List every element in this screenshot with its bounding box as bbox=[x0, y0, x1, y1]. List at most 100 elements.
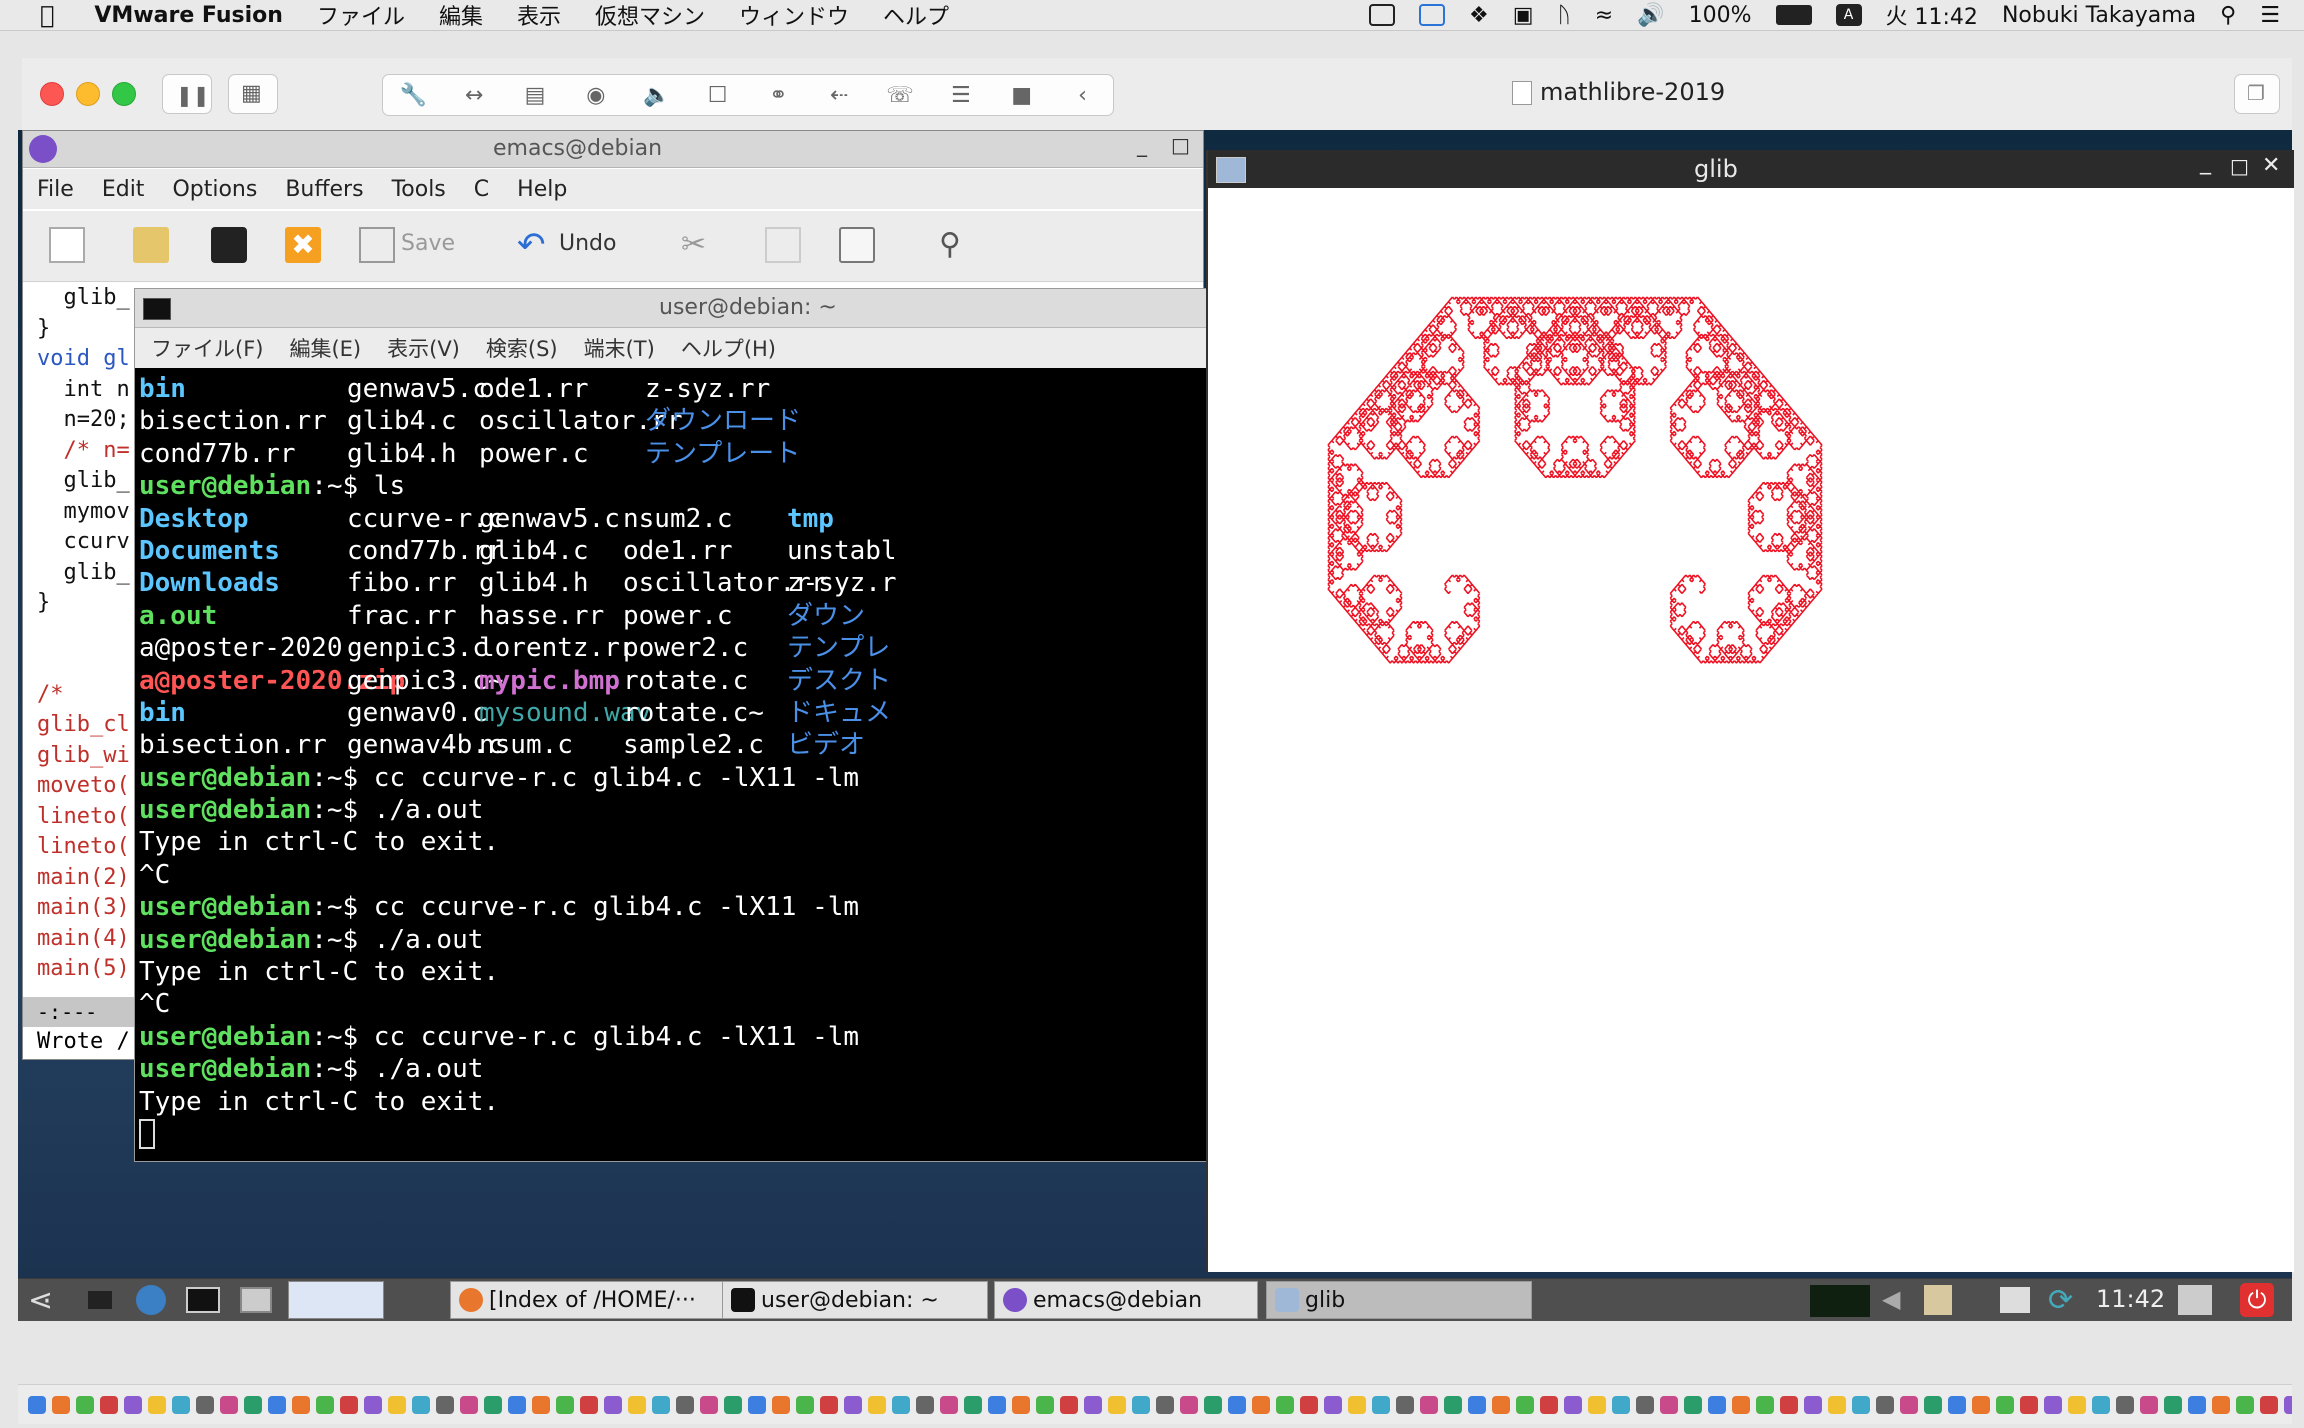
dock-app-icon[interactable] bbox=[1372, 1395, 1390, 1414]
dock-app-icon[interactable] bbox=[1948, 1395, 1966, 1414]
term-menu-terminal[interactable]: 端末(T) bbox=[584, 333, 655, 363]
fullscreen-button[interactable]: ❐ bbox=[2234, 74, 2280, 114]
dock-app-icon[interactable] bbox=[1924, 1395, 1942, 1414]
clipboard-icon[interactable] bbox=[1924, 1285, 1952, 1315]
terminal-launcher-icon[interactable] bbox=[186, 1287, 220, 1313]
undo-button[interactable]: Undo bbox=[559, 231, 616, 256]
emacs-menu-buffers[interactable]: Buffers bbox=[285, 177, 363, 202]
dock-app-icon[interactable] bbox=[244, 1395, 262, 1414]
display-icon[interactable]: ▣ bbox=[1513, 3, 1534, 28]
dock-app-icon[interactable] bbox=[1348, 1395, 1366, 1414]
suspend-button[interactable]: ❚❚ bbox=[162, 74, 212, 114]
dock-app-icon[interactable] bbox=[100, 1395, 118, 1414]
share-icon[interactable]: ⇠ bbox=[809, 83, 870, 108]
list-icon[interactable]: ☰ bbox=[930, 83, 991, 108]
dock-app-icon[interactable] bbox=[580, 1395, 598, 1414]
camera-icon[interactable] bbox=[1419, 4, 1446, 26]
dock-app-icon[interactable] bbox=[1108, 1395, 1126, 1414]
drive-icon[interactable]: ▤ bbox=[505, 83, 566, 108]
dock-app-icon[interactable] bbox=[844, 1395, 862, 1414]
dock-app-icon[interactable] bbox=[52, 1395, 70, 1414]
terminal-titlebar[interactable]: user@debian: ~ bbox=[135, 289, 1207, 328]
disk-icon[interactable]: ◉ bbox=[565, 83, 626, 108]
headset-icon[interactable]: ⚭ bbox=[748, 83, 809, 108]
dock-app-icon[interactable] bbox=[172, 1395, 190, 1414]
task-emacs[interactable]: emacs@debian bbox=[994, 1281, 1258, 1319]
dock-app-icon[interactable] bbox=[1876, 1395, 1894, 1414]
menubar-clock[interactable]: 火 11:42 bbox=[1886, 0, 1978, 31]
notification-center-icon[interactable]: ☰ bbox=[2260, 3, 2280, 28]
dock-app-icon[interactable] bbox=[124, 1395, 142, 1414]
dock-app-icon[interactable] bbox=[28, 1395, 46, 1414]
dock-app-icon[interactable] bbox=[820, 1395, 838, 1414]
dock-app-icon[interactable] bbox=[1252, 1395, 1270, 1414]
vm-status-icon[interactable] bbox=[1369, 4, 1396, 26]
maximize-icon[interactable]: □ bbox=[1171, 133, 1190, 157]
dock-app-icon[interactable] bbox=[1780, 1395, 1798, 1414]
dock-app-icon[interactable] bbox=[2212, 1395, 2230, 1414]
emacs-menu-c[interactable]: C bbox=[474, 177, 489, 202]
task-glib[interactable]: glib bbox=[1266, 1281, 1532, 1319]
update-icon[interactable]: ⟳ bbox=[2048, 1283, 2073, 1318]
dock-app-icon[interactable] bbox=[1036, 1395, 1054, 1414]
dock-app-icon[interactable] bbox=[1540, 1395, 1558, 1414]
dock-app-icon[interactable] bbox=[1468, 1395, 1486, 1414]
maximize-icon[interactable]: □ bbox=[2230, 154, 2249, 178]
phone-icon[interactable]: ☏ bbox=[870, 83, 931, 108]
dock-app-icon[interactable] bbox=[2236, 1395, 2254, 1414]
dock-app-icon[interactable] bbox=[1636, 1395, 1654, 1414]
dock-app-icon[interactable] bbox=[724, 1395, 742, 1414]
dock-app-icon[interactable] bbox=[1084, 1395, 1102, 1414]
emacs-menu-options[interactable]: Options bbox=[172, 177, 257, 202]
emacs-titlebar[interactable]: emacs@debian _ □ bbox=[23, 131, 1203, 168]
dock-app-icon[interactable] bbox=[868, 1395, 886, 1414]
minimize-window-button[interactable] bbox=[76, 82, 100, 106]
save-button[interactable]: Save bbox=[401, 231, 455, 256]
snapshot-button[interactable]: ▦ bbox=[228, 74, 278, 114]
emacs-menu-file[interactable]: File bbox=[37, 177, 74, 202]
menu-file[interactable]: ファイル bbox=[317, 0, 405, 31]
dock-app-icon[interactable] bbox=[436, 1395, 454, 1414]
dock-app-icon[interactable] bbox=[628, 1395, 646, 1414]
network-arrows-icon[interactable]: ↔ bbox=[444, 83, 505, 108]
dock-app-icon[interactable] bbox=[1804, 1395, 1822, 1414]
battery-percent[interactable]: 100% bbox=[1689, 3, 1752, 28]
new-file-icon[interactable] bbox=[49, 227, 85, 263]
dock-app-icon[interactable] bbox=[316, 1395, 334, 1414]
dock-app-icon[interactable] bbox=[532, 1395, 550, 1414]
dock-app-icon[interactable] bbox=[2020, 1395, 2038, 1414]
dock-app-icon[interactable] bbox=[1180, 1395, 1198, 1414]
dock-app-icon[interactable] bbox=[1444, 1395, 1462, 1414]
dock-app-icon[interactable] bbox=[1900, 1395, 1918, 1414]
usb-icon[interactable]: ☐ bbox=[687, 83, 748, 108]
undo-icon[interactable]: ↶ bbox=[517, 227, 553, 263]
paste-icon[interactable] bbox=[839, 227, 875, 263]
dock-app-icon[interactable] bbox=[940, 1395, 958, 1414]
spotlight-icon[interactable]: ⚲ bbox=[2220, 3, 2236, 28]
dock-app-icon[interactable] bbox=[1996, 1395, 2014, 1414]
browser-icon[interactable] bbox=[136, 1285, 166, 1315]
dock-app-icon[interactable] bbox=[556, 1395, 574, 1414]
glib-window[interactable]: glib _ □ ✕ bbox=[1206, 150, 2294, 1272]
kill-buffer-icon[interactable]: ✖ bbox=[285, 227, 321, 263]
folder-share-icon[interactable]: ■ bbox=[991, 83, 1052, 108]
dock-app-icon[interactable] bbox=[1492, 1395, 1510, 1414]
term-menu-view[interactable]: 表示(V) bbox=[387, 333, 460, 363]
menu-vm[interactable]: 仮想マシン bbox=[595, 0, 705, 31]
zoom-window-button[interactable] bbox=[112, 82, 136, 106]
dock-app-icon[interactable] bbox=[1660, 1395, 1678, 1414]
emacs-menu-edit[interactable]: Edit bbox=[102, 177, 145, 202]
dock-app-icon[interactable] bbox=[1324, 1395, 1342, 1414]
term-menu-file[interactable]: ファイル(F) bbox=[151, 333, 263, 363]
network-icon[interactable] bbox=[2000, 1287, 2030, 1313]
menu-edit[interactable]: 編集 bbox=[439, 0, 483, 31]
copy-icon[interactable] bbox=[765, 227, 801, 263]
dock-app-icon[interactable] bbox=[1852, 1395, 1870, 1414]
dock-app-icon[interactable] bbox=[1732, 1395, 1750, 1414]
term-menu-help[interactable]: ヘルプ(H) bbox=[681, 333, 776, 363]
search-icon[interactable]: ⚲ bbox=[939, 227, 975, 263]
arrow-icon[interactable]: ◀ bbox=[1882, 1285, 1900, 1313]
dropbox-icon[interactable]: ❖ bbox=[1469, 3, 1489, 28]
dock-app-icon[interactable] bbox=[340, 1395, 358, 1414]
panel-clock[interactable]: 11:42 bbox=[2096, 1285, 2165, 1313]
